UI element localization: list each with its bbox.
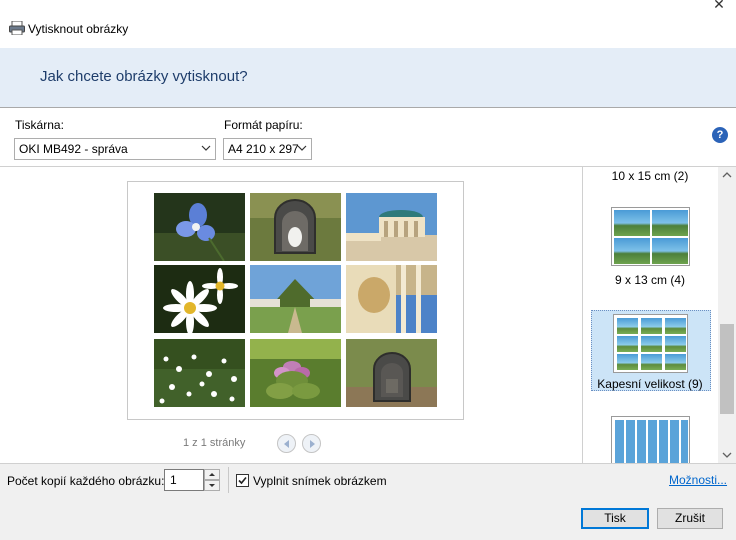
layout-photo-preview xyxy=(615,420,688,464)
options-link[interactable]: Možnosti... xyxy=(669,473,727,487)
printer-icon xyxy=(9,21,25,35)
layout-photo-preview xyxy=(665,354,686,370)
scroll-thumb[interactable] xyxy=(720,324,734,414)
layout-label-10x15[interactable]: 10 x 15 cm (2) xyxy=(582,169,718,183)
increment-button[interactable] xyxy=(204,469,220,480)
layout-photo-preview xyxy=(614,238,650,264)
title-bar: Vytisknout obrázky ✕ xyxy=(0,0,736,48)
layout-photo-preview xyxy=(641,336,662,352)
help-icon[interactable]: ? xyxy=(712,127,728,143)
copies-stepper[interactable] xyxy=(204,469,220,491)
photo-thumbnail xyxy=(346,265,437,333)
window-title: Vytisknout obrázky xyxy=(28,22,129,36)
layout-9x13[interactable] xyxy=(611,207,690,266)
close-button[interactable]: ✕ xyxy=(708,0,730,12)
cancel-button[interactable]: Zrušit xyxy=(657,508,723,529)
layout-photo-preview xyxy=(652,238,688,264)
layout-photo-preview xyxy=(665,336,686,352)
photo-thumbnail xyxy=(346,193,437,261)
layout-scrollbar[interactable] xyxy=(718,167,736,463)
layout-photo-preview xyxy=(614,210,650,236)
chevron-down-icon xyxy=(201,145,211,151)
caret-down-icon xyxy=(209,484,215,487)
copies-label: Počet kopií každého obrázku: xyxy=(7,474,165,488)
photo-thumbnail xyxy=(154,339,245,407)
photo-thumbnail xyxy=(346,339,437,407)
printer-label: Tiskárna: xyxy=(15,118,64,132)
layout-photo-preview xyxy=(665,318,686,334)
photo-thumbnail xyxy=(250,265,341,333)
close-icon: ✕ xyxy=(713,0,725,12)
fit-picture-checkbox[interactable] xyxy=(236,474,249,487)
fit-picture-label[interactable]: Vyplnit snímek obrázkem xyxy=(253,474,387,488)
arrow-right-icon xyxy=(310,440,315,448)
scroll-up-icon[interactable] xyxy=(722,171,732,179)
chevron-down-icon xyxy=(297,145,307,151)
printer-select[interactable]: OKI MB492 - správa xyxy=(14,138,216,160)
previous-page-button[interactable] xyxy=(277,434,296,453)
print-pictures-dialog: Vytisknout obrázky ✕ Jak chcete obrázky … xyxy=(0,0,736,540)
preview-page xyxy=(127,181,464,420)
layout-photo-preview xyxy=(617,318,638,334)
photo-thumbnail xyxy=(154,265,245,333)
printer-select-value: OKI MB492 - správa xyxy=(19,142,128,156)
layout-pocket-size[interactable] xyxy=(613,314,688,373)
copies-value: 1 xyxy=(170,473,177,487)
checkmark-icon xyxy=(238,476,247,485)
layout-photo-preview xyxy=(641,318,662,334)
decrement-button[interactable] xyxy=(204,480,220,491)
divider xyxy=(228,467,229,493)
layout-photo-preview xyxy=(617,354,638,370)
layout-photo-preview xyxy=(641,354,662,370)
caret-up-icon xyxy=(209,473,215,476)
copies-input[interactable]: 1 xyxy=(164,469,204,491)
arrow-left-icon xyxy=(284,440,289,448)
photo-thumbnail xyxy=(154,193,245,261)
header-band: Jak chcete obrázky vytisknout? xyxy=(0,48,736,108)
next-page-button[interactable] xyxy=(302,434,321,453)
layout-wallet[interactable] xyxy=(611,416,690,464)
page-indicator: 1 z 1 stránky xyxy=(183,437,246,449)
paper-select-value: A4 210 x 297 xyxy=(228,142,299,156)
layout-label-9x13[interactable]: 9 x 13 cm (4) xyxy=(582,273,718,287)
photo-thumbnail xyxy=(250,193,341,261)
page-heading: Jak chcete obrázky vytisknout? xyxy=(40,68,248,85)
paper-select[interactable]: A4 210 x 297 xyxy=(223,138,312,160)
layout-label-pocket[interactable]: Kapesní velikost (9) xyxy=(582,377,718,391)
layout-photo-preview xyxy=(617,336,638,352)
photo-thumbnail xyxy=(250,339,341,407)
paper-label: Formát papíru: xyxy=(224,118,303,132)
layout-photo-preview xyxy=(652,210,688,236)
print-button[interactable]: Tisk xyxy=(581,508,649,529)
scroll-down-icon[interactable] xyxy=(722,451,732,459)
